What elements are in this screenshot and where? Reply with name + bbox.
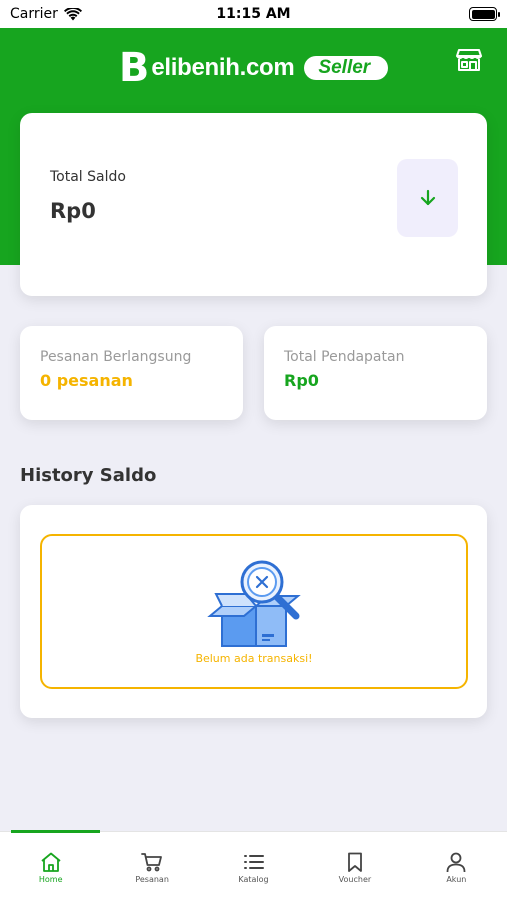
empty-state: Belum ada transaksi! [40,534,468,689]
user-icon [446,852,466,872]
nav-item-voucher[interactable]: Voucher [304,832,405,900]
nav-item-home[interactable]: Home [0,832,101,900]
balance-card: Total Saldo Rp0 [20,113,487,296]
history-title: History Saldo [20,465,157,486]
nav-item-pesanan[interactable]: Pesanan [101,832,202,900]
ongoing-orders-label: Pesanan Berlangsung [40,349,192,365]
bottom-navigation: Home Pesanan Katalog Voucher Akun [0,830,507,900]
ongoing-orders-card[interactable]: Pesanan Berlangsung 0 pesanan [20,326,243,420]
store-button[interactable] [455,46,483,74]
brand-logo: B elibenih.com Seller [118,45,389,91]
wifi-icon [63,7,82,20]
total-income-value: Rp0 [284,371,319,390]
empty-box-search-icon [207,560,301,647]
history-card: Belum ada transaksi! [20,505,487,718]
total-income-card[interactable]: Total Pendapatan Rp0 [264,326,487,420]
balance-value: Rp0 [50,199,96,223]
bookmark-icon [348,852,362,872]
logo-text: elibenih.com [151,54,295,81]
carrier-label: Carrier [10,6,58,22]
nav-label-katalog: Katalog [238,875,269,884]
status-bar: Carrier 11:15 AM [0,0,507,28]
arrow-down-icon [420,189,435,206]
list-icon [243,855,264,869]
active-tab-indicator [11,830,100,833]
empty-state-text: Belum ada transaksi! [195,652,313,665]
ongoing-orders-value: 0 pesanan [40,371,133,390]
nav-label-voucher: Voucher [338,875,372,884]
cart-icon [141,853,163,872]
battery-icon [469,7,500,21]
status-left: Carrier [10,6,82,22]
nav-item-akun[interactable]: Akun [406,832,507,900]
withdraw-button[interactable] [397,159,458,237]
logo-letter: B [118,45,150,91]
seller-badge: Seller [304,56,389,80]
home-icon [41,852,61,872]
balance-label: Total Saldo [50,169,126,185]
nav-label-pesanan: Pesanan [135,875,169,884]
total-income-label: Total Pendapatan [284,349,405,365]
nav-label-akun: Akun [446,875,467,884]
app-header: B elibenih.com Seller [0,28,507,108]
nav-label-home: Home [38,875,63,884]
store-icon [456,49,482,71]
nav-item-katalog[interactable]: Katalog [203,832,304,900]
